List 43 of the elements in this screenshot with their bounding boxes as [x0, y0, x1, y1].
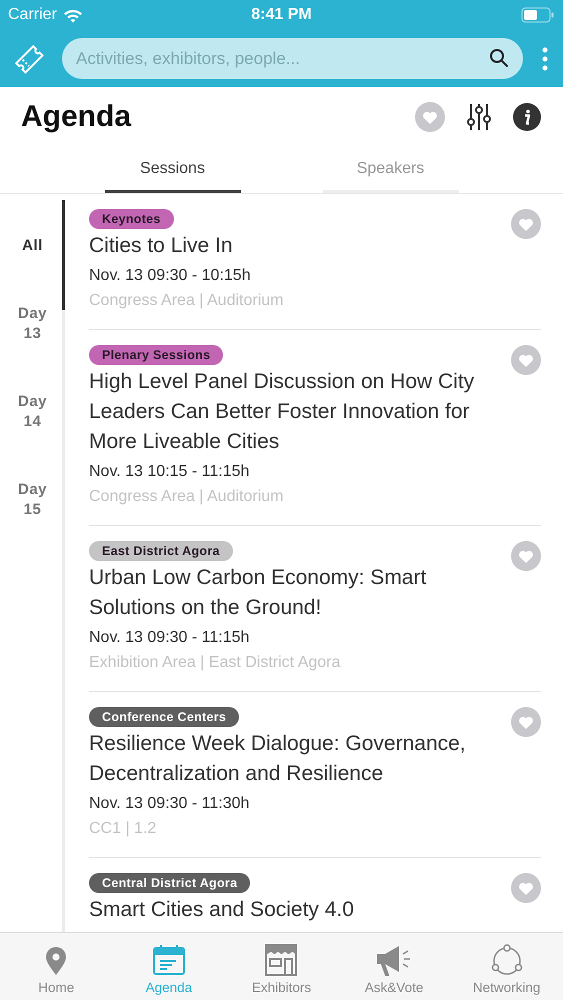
session-location: Congress Area | Auditorium	[89, 291, 284, 311]
session-title[interactable]: High Level Panel Discussion on How City Leaders Can Better Foster Innovation for More Liveable Cities	[89, 367, 511, 457]
day-filter[interactable]: Day 13	[10, 304, 54, 344]
session-time: Nov. 13 09:30 - 11:15h	[89, 628, 250, 648]
session-time: Nov. 13 09:30 - 10:15h	[89, 266, 251, 286]
search-field[interactable]: Activities, exhibitors, people...	[62, 38, 523, 79]
session-tag: Conference Centers	[89, 707, 240, 727]
network-icon	[490, 944, 524, 976]
session-title[interactable]: Resilience Week Dialogue: Governance, Decentralization and Resilience	[89, 729, 511, 789]
session-location: Congress Area | Auditorium	[89, 487, 284, 507]
session-tag: Plenary Sessions	[89, 345, 224, 365]
calendar-icon	[152, 944, 186, 976]
sliders-icon[interactable]	[467, 102, 491, 132]
session-time: Nov. 13 09:30 - 11:30h	[89, 794, 250, 814]
session-tag: Central District Agora	[89, 873, 250, 893]
session-title[interactable]: Smart Cities and Society 4.0	[89, 895, 360, 925]
nav-tab[interactable]: Ask&Vote	[338, 933, 450, 1000]
battery-icon	[521, 7, 555, 23]
nav-tab[interactable]: Agenda	[112, 933, 226, 1000]
wifi-icon	[62, 8, 83, 22]
page-title: Agenda	[21, 100, 132, 134]
tab[interactable]: Speakers	[322, 147, 458, 193]
search-icon[interactable]	[489, 48, 509, 68]
session-time: Nov. 13 10:15 - 11:15h	[89, 462, 250, 482]
status-time: 8:41 PM	[251, 6, 312, 24]
session-tag: Keynotes	[89, 209, 174, 229]
storefront-icon	[265, 944, 298, 976]
day-filter[interactable]: Day 14	[10, 392, 54, 432]
session-tag: East District Agora	[89, 541, 233, 561]
session-location: Exhibition Area | East District Agora	[89, 653, 340, 673]
session-location: CC1 | 1.2	[89, 819, 156, 839]
session-title[interactable]: Urban Low Carbon Economy: Smart Solutions on the Ground!	[89, 563, 511, 623]
session-title[interactable]: Cities to Live In	[89, 231, 239, 261]
more-icon[interactable]	[541, 46, 549, 70]
day-filter[interactable]: All	[10, 236, 54, 256]
nav-tab[interactable]: Exhibitors	[225, 933, 338, 1000]
day-filter[interactable]: Day 15	[10, 480, 54, 520]
info-icon[interactable]	[513, 103, 541, 131]
ticket-icon[interactable]	[14, 44, 44, 74]
nav-tab[interactable]: Home	[0, 933, 113, 1000]
nav-tab[interactable]: Networking	[450, 933, 563, 1000]
tab[interactable]: Sessions	[104, 147, 240, 193]
carrier-name: Carrier	[8, 6, 57, 24]
